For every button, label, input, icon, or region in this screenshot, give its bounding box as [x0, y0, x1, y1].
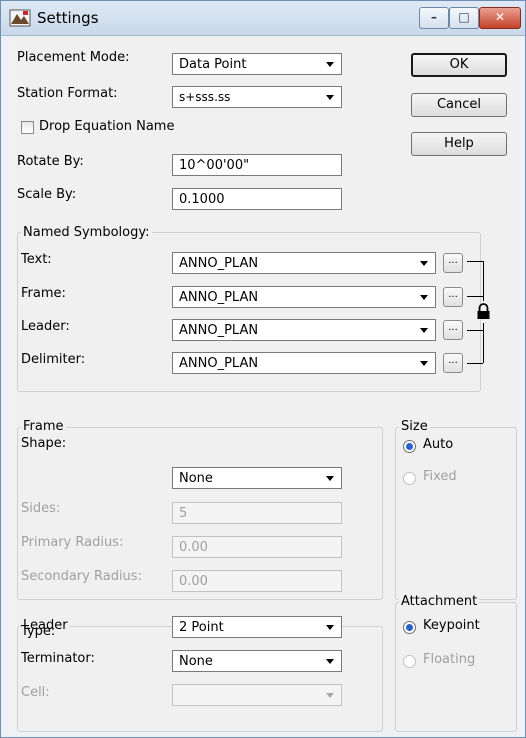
chevron-down-icon [417, 256, 431, 270]
leader-symbology-dropdown[interactable]: ANNO_PLAN [172, 319, 436, 341]
text-symbology-value: ANNO_PLAN [179, 256, 259, 271]
sides-input[interactable]: 5 [172, 502, 342, 524]
lock-bracket-lower [483, 323, 484, 363]
chevron-down-icon [323, 654, 337, 668]
close-icon: ✕ [494, 10, 506, 24]
secondary-radius-value: 0.00 [179, 574, 208, 589]
delimiter-symbology-dropdown[interactable]: ANNO_PLAN [172, 352, 436, 374]
cell-label: Cell: [21, 685, 50, 700]
station-format-value: s+sss.ss [179, 90, 231, 104]
text-symbology-dropdown[interactable]: ANNO_PLAN [172, 252, 436, 274]
attachment-group-title: Attachment [399, 594, 480, 609]
rotate-by-input[interactable]: 10^00'00" [172, 154, 342, 176]
rotate-by-value: 10^00'00" [179, 158, 250, 173]
help-button[interactable]: Help [411, 132, 507, 156]
leader-group [17, 626, 383, 732]
primary-radius-input[interactable]: 0.00 [172, 536, 342, 558]
maximize-button[interactable]: □ [449, 7, 479, 29]
chevron-down-icon [323, 471, 337, 485]
frame-symbology-label: Frame: [21, 286, 66, 301]
delimiter-symbology-label: Delimiter: [21, 352, 86, 367]
sides-value: 5 [179, 506, 188, 521]
placement-mode-value: Data Point [179, 57, 247, 72]
title-bar[interactable]: Settings – □ ✕ [1, 1, 525, 36]
shape-label: Shape: [21, 436, 67, 451]
attachment-keypoint-radio[interactable] [403, 621, 416, 634]
text-symbology-browse-button[interactable]: ... [443, 253, 463, 273]
sides-label: Sides: [21, 501, 61, 516]
placement-mode-label: Placement Mode: [17, 50, 130, 65]
chevron-down-icon [323, 620, 337, 634]
chevron-down-icon [417, 323, 431, 337]
chevron-down-icon [323, 688, 337, 702]
lock-bracket-bottom [467, 363, 483, 364]
frame-group-title: Frame [21, 419, 66, 434]
app-icon [9, 8, 31, 28]
primary-radius-label: Primary Radius: [21, 535, 124, 550]
radio-selected-dot [406, 624, 413, 631]
placement-mode-dropdown[interactable]: Data Point [172, 53, 342, 75]
leader-type-value: 2 Point [179, 620, 224, 635]
maximize-icon: □ [458, 10, 470, 24]
station-format-label: Station Format: [17, 86, 118, 101]
minimize-button[interactable]: – [419, 7, 449, 29]
shape-value: None [179, 471, 213, 486]
ok-button[interactable]: OK [411, 53, 507, 77]
leader-symbology-value: ANNO_PLAN [179, 323, 259, 338]
size-group [395, 427, 517, 600]
secondary-radius-input[interactable]: 0.00 [172, 570, 342, 592]
close-button[interactable]: ✕ [479, 7, 521, 29]
attachment-floating-radio[interactable] [403, 655, 416, 668]
chevron-down-icon [323, 90, 337, 104]
scale-by-input[interactable]: 0.1000 [172, 188, 342, 210]
chevron-down-icon [417, 356, 431, 370]
scale-by-label: Scale By: [17, 187, 77, 202]
lock-bracket-upper-mid [467, 296, 483, 297]
lock-bracket-lower-mid [467, 330, 483, 331]
size-fixed-label: Fixed [423, 469, 457, 484]
terminator-dropdown[interactable]: None [172, 650, 342, 672]
lock-icon[interactable] [476, 303, 491, 325]
secondary-radius-label: Secondary Radius: [21, 569, 142, 584]
drop-equation-label: Drop Equation Name [39, 119, 175, 134]
leader-symbology-browse-button[interactable]: ... [443, 320, 463, 340]
type-label: Type: [21, 624, 56, 639]
chevron-down-icon [323, 57, 337, 71]
size-fixed-radio[interactable] [403, 472, 416, 485]
named-symbology-title: Named Symbology: [21, 225, 152, 240]
frame-symbology-browse-button[interactable]: ... [443, 287, 463, 307]
rotate-by-label: Rotate By: [17, 154, 84, 169]
frame-symbology-dropdown[interactable]: ANNO_PLAN [172, 286, 436, 308]
attachment-floating-label: Floating [423, 652, 476, 667]
delimiter-symbology-browse-button[interactable]: ... [443, 353, 463, 373]
dialog-body: Placement Mode: Data Point Station Forma… [9, 36, 517, 732]
shape-dropdown[interactable]: None [172, 467, 342, 489]
size-auto-label: Auto [423, 437, 454, 452]
drop-equation-checkbox[interactable] [21, 121, 34, 134]
primary-radius-value: 0.00 [179, 540, 208, 555]
cell-dropdown[interactable] [172, 684, 342, 706]
chevron-down-icon [417, 290, 431, 304]
terminator-value: None [179, 654, 213, 669]
scale-by-value: 0.1000 [179, 192, 225, 207]
minimize-icon: – [431, 10, 437, 24]
station-format-dropdown[interactable]: s+sss.ss [172, 86, 342, 108]
attachment-keypoint-label: Keypoint [423, 618, 480, 633]
cancel-button[interactable]: Cancel [411, 93, 507, 117]
size-group-title: Size [399, 419, 430, 434]
frame-symbology-value: ANNO_PLAN [179, 290, 259, 305]
lock-bracket-upper [483, 261, 484, 301]
leader-type-dropdown[interactable]: 2 Point [172, 616, 342, 638]
settings-window: Settings – □ ✕ Placement Mode: Data Poin… [0, 0, 526, 738]
delimiter-symbology-value: ANNO_PLAN [179, 356, 259, 371]
radio-selected-dot [406, 443, 413, 450]
text-symbology-label: Text: [21, 252, 52, 267]
size-auto-radio[interactable] [403, 440, 416, 453]
leader-symbology-label: Leader: [21, 319, 70, 334]
window-title: Settings [37, 9, 99, 27]
lock-bracket-top [467, 261, 483, 262]
terminator-label: Terminator: [21, 651, 95, 666]
